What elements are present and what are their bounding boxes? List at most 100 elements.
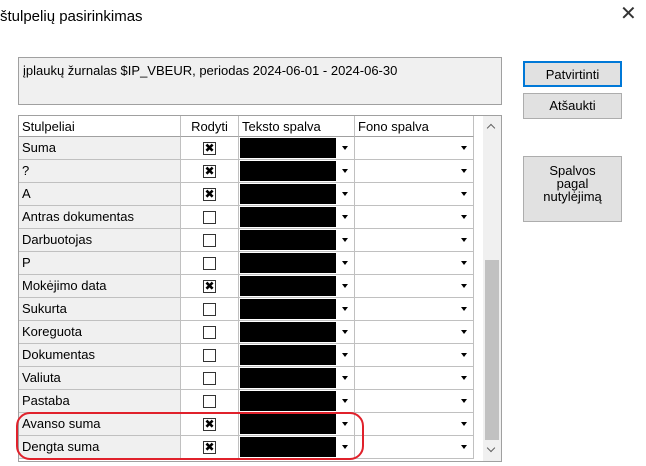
table-row[interactable]: Pastaba [19, 390, 474, 413]
dropdown-arrow-icon[interactable] [456, 276, 472, 296]
header-bg-color[interactable]: Fono spalva [355, 116, 474, 137]
dropdown-arrow-icon[interactable] [456, 391, 472, 411]
bg-color-cell[interactable] [355, 321, 474, 344]
bg-color-cell[interactable] [355, 344, 474, 367]
text-color-cell[interactable] [239, 390, 355, 413]
header-text-color[interactable]: Teksto spalva [239, 116, 355, 137]
scroll-up-icon[interactable] [483, 118, 501, 136]
bg-color-cell[interactable] [355, 183, 474, 206]
column-name: A [19, 183, 181, 206]
text-color-cell[interactable] [239, 321, 355, 344]
text-color-cell[interactable] [239, 436, 355, 459]
show-checkbox[interactable]: ✖ [203, 280, 216, 293]
dropdown-arrow-icon[interactable] [337, 161, 353, 181]
dropdown-arrow-icon[interactable] [456, 368, 472, 388]
text-color-cell[interactable] [239, 298, 355, 321]
column-name: Antras dokumentas [19, 206, 181, 229]
dropdown-arrow-icon[interactable] [456, 437, 472, 457]
text-color-cell[interactable] [239, 229, 355, 252]
show-checkbox[interactable]: ✖ [203, 418, 216, 431]
table-row[interactable]: Mokėjimo data ✖ [19, 275, 474, 298]
close-icon[interactable]: ✕ [620, 4, 637, 24]
dropdown-arrow-icon[interactable] [456, 207, 472, 227]
show-checkbox[interactable] [203, 372, 216, 385]
show-checkbox[interactable] [203, 211, 216, 224]
bg-color-cell[interactable] [355, 229, 474, 252]
dropdown-arrow-icon[interactable] [456, 230, 472, 250]
dropdown-arrow-icon[interactable] [337, 230, 353, 250]
dropdown-arrow-icon[interactable] [337, 391, 353, 411]
show-checkbox[interactable]: ✖ [203, 165, 216, 178]
text-color-cell[interactable] [239, 137, 355, 160]
show-checkbox[interactable]: ✖ [203, 188, 216, 201]
show-checkbox[interactable] [203, 326, 216, 339]
text-color-cell[interactable] [239, 367, 355, 390]
text-color-cell[interactable] [239, 252, 355, 275]
text-color-cell[interactable] [239, 183, 355, 206]
table-row[interactable]: A ✖ [19, 183, 474, 206]
dropdown-arrow-icon[interactable] [337, 207, 353, 227]
dropdown-arrow-icon[interactable] [456, 345, 472, 365]
show-cell: ✖ [181, 413, 239, 436]
table-row[interactable]: Sukurta [19, 298, 474, 321]
scroll-down-icon[interactable] [483, 442, 501, 460]
dropdown-arrow-icon[interactable] [337, 299, 353, 319]
bg-color-cell[interactable] [355, 206, 474, 229]
table-row[interactable]: Dengta suma ✖ [19, 436, 474, 459]
table-row[interactable]: Koreguota [19, 321, 474, 344]
bg-color-cell[interactable] [355, 275, 474, 298]
dropdown-arrow-icon[interactable] [337, 414, 353, 434]
show-checkbox[interactable] [203, 234, 216, 247]
text-color-cell[interactable] [239, 275, 355, 298]
dropdown-arrow-icon[interactable] [456, 322, 472, 342]
dropdown-arrow-icon[interactable] [337, 253, 353, 273]
show-checkbox[interactable]: ✖ [203, 441, 216, 454]
show-checkbox[interactable] [203, 257, 216, 270]
confirm-button[interactable]: Patvirtinti [523, 61, 622, 87]
dropdown-arrow-icon[interactable] [456, 138, 472, 158]
table-row[interactable]: Antras dokumentas [19, 206, 474, 229]
bg-color-cell[interactable] [355, 367, 474, 390]
bg-color-cell[interactable] [355, 160, 474, 183]
bg-color-cell[interactable] [355, 413, 474, 436]
scrollbar-thumb[interactable] [485, 260, 499, 440]
show-checkbox[interactable] [203, 395, 216, 408]
table-row[interactable]: Dokumentas [19, 344, 474, 367]
vertical-scrollbar[interactable] [483, 116, 501, 461]
dropdown-arrow-icon[interactable] [337, 437, 353, 457]
dropdown-arrow-icon[interactable] [337, 276, 353, 296]
text-color-cell[interactable] [239, 413, 355, 436]
table-row[interactable]: ? ✖ [19, 160, 474, 183]
dropdown-arrow-icon[interactable] [337, 138, 353, 158]
dropdown-arrow-icon[interactable] [337, 184, 353, 204]
show-checkbox[interactable] [203, 303, 216, 316]
show-checkbox[interactable] [203, 349, 216, 362]
cancel-button[interactable]: Atšaukti [523, 93, 622, 119]
bg-color-cell[interactable] [355, 298, 474, 321]
header-show[interactable]: Rodyti [181, 116, 239, 137]
dropdown-arrow-icon[interactable] [456, 299, 472, 319]
table-row[interactable]: Valiuta [19, 367, 474, 390]
dropdown-arrow-icon[interactable] [337, 345, 353, 365]
bg-color-cell[interactable] [355, 390, 474, 413]
text-color-cell[interactable] [239, 160, 355, 183]
dropdown-arrow-icon[interactable] [456, 161, 472, 181]
column-name: Valiuta [19, 367, 181, 390]
default-colors-button[interactable]: Spalvos pagal nutylėjimą [523, 156, 622, 222]
dropdown-arrow-icon[interactable] [337, 368, 353, 388]
bg-color-cell[interactable] [355, 252, 474, 275]
bg-color-cell[interactable] [355, 436, 474, 459]
dropdown-arrow-icon[interactable] [456, 184, 472, 204]
dropdown-arrow-icon[interactable] [456, 414, 472, 434]
dropdown-arrow-icon[interactable] [456, 253, 472, 273]
header-columns[interactable]: Stulpeliai [19, 116, 181, 137]
table-row[interactable]: Suma ✖ [19, 137, 474, 160]
bg-color-cell[interactable] [355, 137, 474, 160]
text-color-cell[interactable] [239, 206, 355, 229]
show-checkbox[interactable]: ✖ [203, 142, 216, 155]
table-row[interactable]: Darbuotojas [19, 229, 474, 252]
table-row[interactable]: Avanso suma ✖ [19, 413, 474, 436]
dropdown-arrow-icon[interactable] [337, 322, 353, 342]
table-row[interactable]: P [19, 252, 474, 275]
text-color-cell[interactable] [239, 344, 355, 367]
